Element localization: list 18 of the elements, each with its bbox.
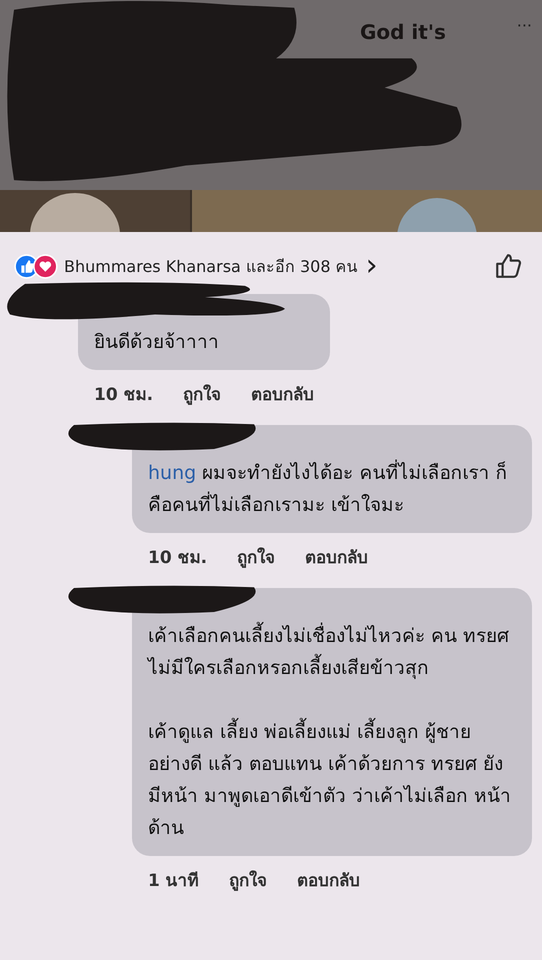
comment-text: เค้าเลือกคนเลี้ยงไม่เชื่องไม่ไหวค่ะ คน ทรยศ ไม่มีใครเลือกหรอกเลี้ยงเสียข้าวสุก เค้าดูแล เลี้ยง พ่อเลี้ยงแม่ เลี้ยงลูก ผู้ชาย อย่างดี แล้ว ตอบแทน เค้าด้วยการ ทรยศ ยังมีหน้า มาพูดเอาดีเข้าตัว ว่าเค้าไม่เลือก หน้าด้าน xyxy=(148,620,516,844)
like-link[interactable]: ถูกใจ xyxy=(183,380,222,407)
like-link[interactable]: ถูกใจ xyxy=(237,543,276,570)
like-link[interactable]: ถูกใจ xyxy=(228,866,267,893)
like-icon[interactable] xyxy=(494,252,522,280)
post-text: God it's xyxy=(360,20,446,44)
reply-link[interactable]: ตอบกลับ xyxy=(251,380,314,407)
comment-time: 10 ชม. xyxy=(94,384,154,407)
comment-text: ยินดีด้วยจ้าาาา xyxy=(94,330,220,355)
reaction-summary[interactable]: Bhummares Khanarsa และอีก 308 คน xyxy=(64,254,358,278)
reaction-icons xyxy=(14,254,60,278)
chevron-icon[interactable]: › xyxy=(366,251,378,281)
comment-time: 10 ชม. xyxy=(148,547,208,570)
reply-link[interactable]: ตอบกลับ xyxy=(296,866,360,893)
comment-text: hung ผมจะทำยังไงได้อะ คนที่ไม่เลือกเรา ก็คือคนที่ไม่เลือกเรามะ เข้าใจมะ xyxy=(148,457,516,521)
mention-link[interactable]: hung xyxy=(148,462,196,484)
comment-time: 1 นาที xyxy=(148,870,199,893)
reply-link[interactable]: ตอบกลับ xyxy=(305,543,368,570)
